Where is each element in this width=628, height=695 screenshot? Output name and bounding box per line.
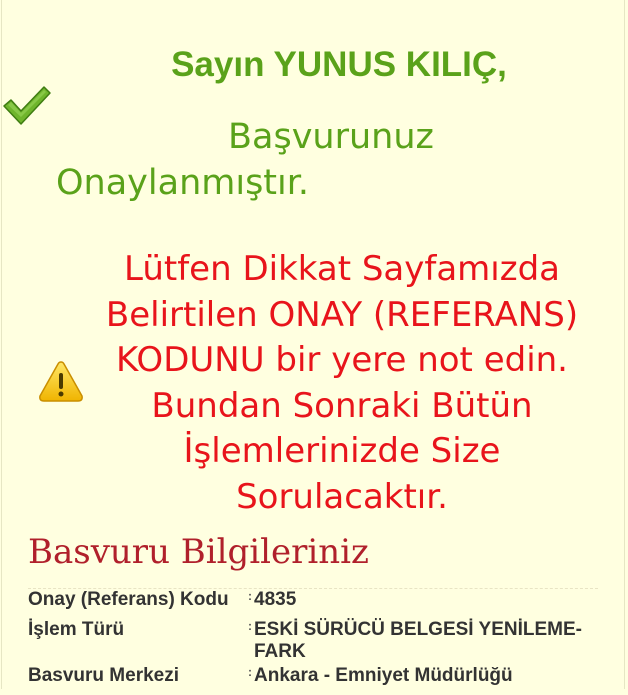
info-row-application-center: Basvuru Merkezi : Ankara - Emniyet Müdür… bbox=[28, 665, 598, 695]
warning-line: KODUNU bir yere not edin. bbox=[116, 340, 568, 380]
info-separator: : bbox=[248, 665, 252, 679]
info-value: Ankara - Emniyet Müdürlüğü bbox=[254, 665, 513, 686]
info-separator: : bbox=[248, 619, 252, 633]
section-title: Basvuru Bilgileriniz bbox=[28, 532, 369, 572]
checkmark-icon bbox=[3, 86, 51, 125]
approval-line-2: Onaylanmıştır. bbox=[56, 163, 310, 203]
warning-line: Belirtilen ONAY (REFERANS) bbox=[105, 294, 579, 335]
info-label: Basvuru Merkezi bbox=[28, 665, 180, 686]
info-label: İşlem Türü bbox=[28, 619, 125, 640]
info-row-transaction-type: İşlem Türü : ESKİ SÜRÜCÜ BELGESİ YENİLEM… bbox=[28, 619, 598, 665]
info-separator: : bbox=[248, 589, 252, 603]
approval-message: Başvurunuz Onaylanmıştır. bbox=[56, 114, 606, 206]
info-label: Onay (Referans) Kodu bbox=[28, 589, 229, 610]
warning-line: Lütfen Dikkat Sayfamızda bbox=[123, 249, 561, 289]
approval-line-1: Başvurunuz bbox=[228, 117, 434, 157]
info-value: ESKİ SÜRÜCÜ BELGESİ YENİLEME-FARK bbox=[254, 619, 582, 662]
warning-message: Lütfen Dikkat Sayfamızda Belirtilen ONAY… bbox=[92, 247, 592, 520]
warning-line: İşlemlerinizde Size bbox=[183, 431, 501, 471]
application-info-table: Onay (Referans) Kodu : 4835 İşlem Türü :… bbox=[28, 588, 598, 695]
info-row-reference-code: Onay (Referans) Kodu : 4835 bbox=[28, 589, 598, 619]
info-value: 4835 bbox=[254, 589, 297, 610]
greeting-heading: Sayın YUNUS KILIÇ, bbox=[171, 45, 507, 84]
warning-line: Bundan Sonraki Bütün bbox=[151, 385, 533, 426]
warning-line: Sorulacaktır. bbox=[236, 476, 448, 517]
warning-triangle-icon bbox=[39, 361, 83, 402]
